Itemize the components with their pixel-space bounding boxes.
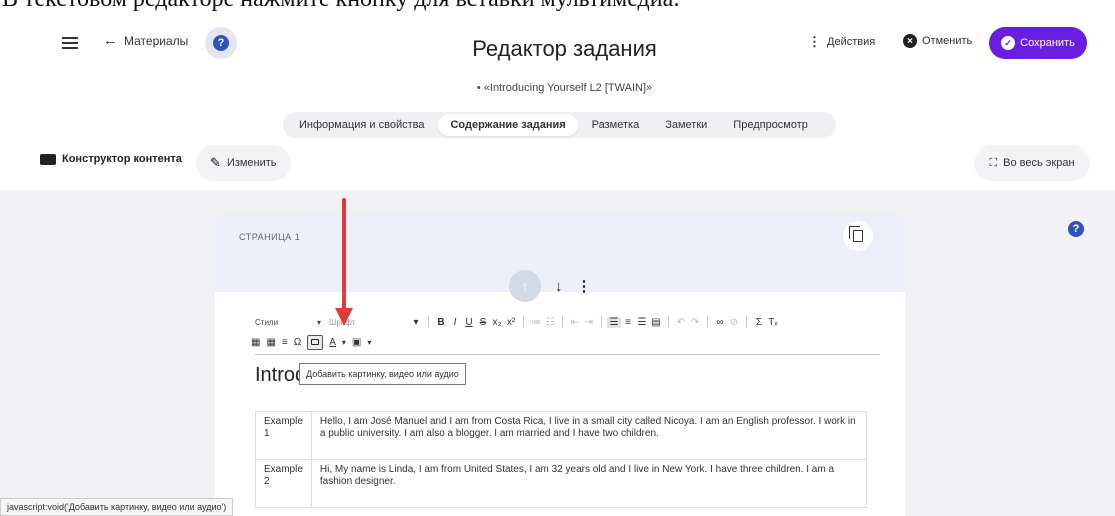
copy-icon	[849, 226, 863, 242]
undo-icon[interactable]: ↶	[674, 317, 688, 328]
constructor-label: Конструктор контента	[62, 153, 182, 165]
bold-icon[interactable]: B	[434, 317, 448, 328]
examples-table: Example 1 Hello, I am José Manuel and I …	[255, 411, 868, 508]
align-left-icon[interactable]: ☰	[607, 316, 621, 328]
toolbar-divider	[428, 316, 429, 328]
pencil-icon: ✎	[210, 155, 221, 170]
save-label: Сохранить	[1020, 37, 1075, 49]
italic-icon[interactable]: I	[448, 317, 462, 328]
insert-media-button[interactable]	[307, 334, 324, 350]
omega-icon[interactable]: Ω	[294, 337, 301, 348]
page-label: СТРАНИЦА 1	[239, 232, 301, 242]
media-tooltip: Добавить картинку, видео или аудио	[299, 363, 466, 385]
toolbar-divider-line	[255, 354, 880, 355]
table-icon[interactable]: ▦	[266, 337, 275, 348]
editor-toolbar-row-1: Стили ▾ Шрифт ▾ B I U S x₂ x² ≔ ☷ ⇤ ⇥ ☰ …	[255, 314, 875, 330]
tab-notes[interactable]: Заметки	[653, 114, 719, 136]
actions-button[interactable]: ⋮ Действия	[808, 34, 875, 50]
table-cell[interactable]: Example 1	[255, 411, 312, 460]
unlink-icon[interactable]: ⊘	[727, 317, 741, 328]
bg-color-caret-icon[interactable]: ▾	[367, 338, 371, 347]
tab-preview[interactable]: Предпросмотр	[721, 114, 820, 136]
fullscreen-button[interactable]: ⛶ Во весь экран	[974, 145, 1090, 181]
styles-dropdown[interactable]: Стили	[255, 318, 317, 327]
toolbar-divider	[562, 316, 563, 328]
horizontal-line-icon[interactable]: ≡	[282, 337, 288, 348]
page-nav: ↑ ↓ ⋮	[509, 270, 592, 302]
edit-button[interactable]: ✎ Изменить	[196, 145, 291, 181]
text-color-caret-icon[interactable]: ▾	[342, 338, 346, 347]
fullscreen-icon: ⛶	[989, 156, 998, 169]
table-row: Example 2 Hi, My name is Linda, I am fro…	[255, 459, 868, 508]
page-card: СТРАНИЦА 1 ↑ ↓ ⋮ Стили ▾ Шрифт ▾ B I U S…	[215, 214, 905, 516]
move-up-button[interactable]: ↑	[509, 270, 541, 302]
toolbar-divider	[523, 316, 524, 328]
superscript-icon[interactable]: x²	[504, 317, 518, 328]
link-icon[interactable]: ∞	[713, 317, 727, 328]
close-icon: ×	[903, 34, 917, 48]
styles-caret-icon: ▾	[317, 317, 322, 327]
actions-label: Действия	[827, 36, 876, 48]
toolbar-divider	[601, 316, 602, 328]
editor-header: ← Материалы ? Редактор задания • «Introd…	[0, 12, 1115, 190]
bulleted-list-icon[interactable]: ☷	[543, 317, 557, 328]
tab-info[interactable]: Информация и свойства	[287, 114, 436, 136]
cancel-label: Отменить	[922, 35, 973, 47]
toolbar-divider	[746, 316, 747, 328]
assignment-subtitle: • «Introducing Yourself L2 [TWAIN]»	[476, 82, 653, 94]
save-button[interactable]: ✓ Сохранить	[989, 27, 1087, 59]
cancel-button[interactable]: × Отменить	[903, 34, 972, 48]
align-justify-icon[interactable]: ▤	[649, 317, 663, 328]
table-cell[interactable]: Hi, My name is Linda, I am from United S…	[310, 459, 868, 508]
instruction-caption: В текстовом редакторе нажмите кнопку для…	[0, 0, 1115, 12]
clear-format-icon[interactable]: Tₓ	[766, 317, 780, 328]
arrow-up-icon: ↑	[521, 278, 529, 294]
outdent-icon[interactable]: ⇤	[568, 317, 582, 328]
redo-icon[interactable]: ↷	[688, 317, 702, 328]
font-dropdown[interactable]: Шрифт	[329, 318, 409, 327]
toolbar-divider	[668, 316, 669, 328]
constructor-icon	[40, 153, 56, 165]
table-cell[interactable]: Example 2	[255, 459, 312, 508]
underline-icon[interactable]: U	[462, 317, 476, 328]
tab-content[interactable]: Содержание задания	[438, 114, 578, 136]
font-caret-icon: ▾	[413, 316, 419, 328]
fullscreen-label: Во весь экран	[1003, 157, 1075, 169]
help-icon[interactable]: ?	[1068, 221, 1084, 237]
indent-icon[interactable]: ⇥	[582, 317, 596, 328]
block-icon[interactable]: ▦	[251, 337, 260, 348]
sum-icon[interactable]: Σ	[752, 317, 766, 328]
status-bar: javascript:void('Добавить картинку, виде…	[0, 498, 234, 516]
strikethrough-icon[interactable]: S	[476, 317, 490, 328]
bg-color-icon[interactable]: ▣	[352, 337, 361, 348]
kebab-icon: ⋮	[808, 34, 821, 49]
move-down-button[interactable]: ↓	[555, 278, 563, 295]
table-row: Example 1 Hello, I am José Manuel and I …	[255, 411, 868, 460]
content-constructor-button[interactable]: Конструктор контента	[40, 153, 182, 165]
numbered-list-icon[interactable]: ≔	[529, 317, 543, 328]
editor-toolbar-row-2: ▦ ▦ ≡ Ω A ▾ ▣ ▾	[251, 334, 371, 350]
copy-page-button[interactable]	[843, 221, 873, 251]
tab-markup[interactable]: Разметка	[580, 114, 652, 136]
edit-label: Изменить	[226, 157, 277, 169]
screen: В текстовом редакторе нажмите кнопку для…	[0, 0, 1115, 516]
align-center-icon[interactable]: ≡	[621, 317, 635, 328]
table-cell[interactable]: Hello, I am José Manuel and I am from Co…	[310, 411, 868, 460]
toolbar-divider	[707, 316, 708, 328]
subscript-icon[interactable]: x₂	[490, 317, 504, 328]
more-options-icon[interactable]: ⋮	[577, 277, 592, 295]
check-icon: ✓	[1001, 36, 1016, 50]
text-color-icon[interactable]: A	[329, 337, 336, 348]
tab-bar: Информация и свойства Содержание задания…	[283, 112, 836, 138]
align-right-icon[interactable]: ☰	[635, 317, 649, 328]
media-icon	[311, 339, 320, 345]
